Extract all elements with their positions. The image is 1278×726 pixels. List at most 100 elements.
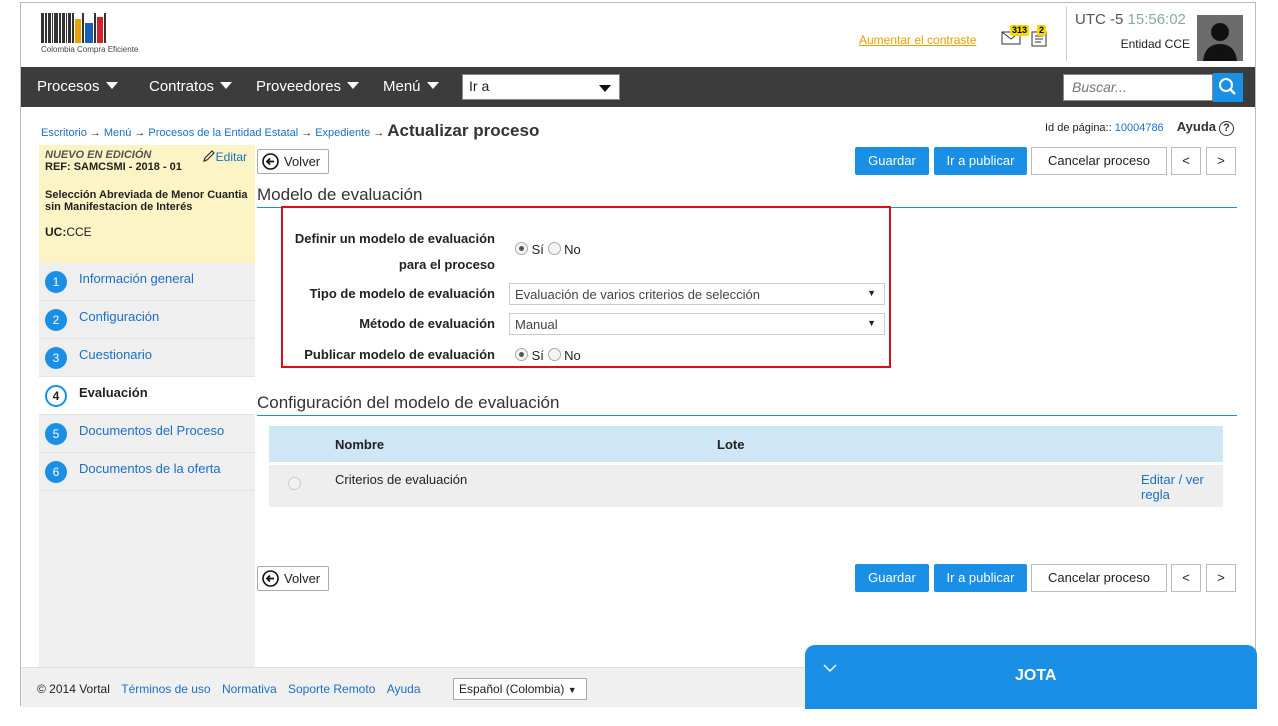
save-button[interactable]: Guardar [855,147,929,175]
row-select-radio[interactable] [288,477,301,490]
page-id-label: Id de página:: [1045,122,1112,134]
search-icon [1219,78,1236,95]
goto-value: Ir a [469,78,490,94]
top-header: Colombia Compra Eficiente Aumentar el co… [21,3,1255,67]
chat-title: JOTA [1015,667,1057,684]
contrast-link[interactable]: Aumentar el contraste [859,33,976,47]
mail-icon[interactable]: 313 [1001,25,1030,45]
help-icon: ? [1219,121,1234,136]
app-frame: Colombia Compra Eficiente Aumentar el co… [20,2,1257,709]
define-model-label-line1: Definir un modelo de evaluación [294,231,495,246]
step-cuestionario[interactable]: 3 Cuestionario [39,339,255,377]
step-evaluacion[interactable]: 4 Evaluación [39,377,255,415]
publish-button[interactable]: Ir a publicar [934,147,1027,175]
method-label: Método de evaluación [359,316,495,331]
breadcrumb-procesos[interactable]: Procesos de la Entidad Estatal [148,127,298,139]
nav-procesos[interactable]: Procesos [37,78,118,95]
page-title: Actualizar proceso [387,121,540,140]
step-informacion-general[interactable]: 1 Información general [39,263,255,301]
pencil-icon [202,150,215,162]
step-documentos-oferta[interactable]: 6 Documentos de la oferta [39,453,255,491]
publish-button-bottom[interactable]: Ir a publicar [934,564,1027,592]
step-label: Documentos de la oferta [79,461,221,476]
page-id-value: 10004786 [1114,122,1164,134]
chevron-down-icon[interactable] [823,661,837,675]
back-button-bottom[interactable]: Volver [257,566,329,591]
step-label: Cuestionario [79,347,152,362]
copyright: © 2014 Vortal [37,682,110,696]
publish-model-no-radio[interactable] [547,348,561,361]
edit-view-rule-link[interactable]: Editar / ver regla [1141,472,1221,502]
evaluation-form-highlight: Definir un modelo de evaluación para el … [281,206,891,368]
step-label: Evaluación [79,385,148,400]
no-label: No [564,348,581,363]
step-documentos-proceso[interactable]: 5 Documentos del Proceso [39,415,255,453]
search-input[interactable]: Buscar... [1063,74,1213,101]
language-select[interactable]: Español (Colombia) ▼ [453,678,587,700]
back-label: Volver [284,154,321,169]
prev-button[interactable]: < [1171,147,1201,175]
process-ref: REF: SAMCSMI - 2018 - 01 [45,161,182,173]
method-select[interactable]: Manual ▼ [509,313,885,335]
breadcrumb-escritorio[interactable]: Escritorio [41,127,87,139]
define-model-no-radio[interactable] [547,242,561,255]
edit-link[interactable]: Editar [202,149,247,164]
step-configuracion[interactable]: 2 Configuración [39,301,255,339]
model-type-value: Evaluación de varios criterios de selecc… [515,287,760,302]
footer-help-link[interactable]: Ayuda [387,682,421,696]
config-title: Configuración del modelo de evaluación [257,393,1237,416]
nav-contratos[interactable]: Contratos [149,78,233,95]
nav-procesos-label: Procesos [37,78,100,95]
help-link[interactable]: Ayuda? [1176,119,1234,136]
model-type-select[interactable]: Evaluación de varios criterios de selecc… [509,283,885,305]
nav-menu[interactable]: Menú [383,78,439,95]
arrow-left-circle-icon [262,570,279,587]
goto-select[interactable]: Ir a [462,74,620,100]
back-button[interactable]: Volver [257,149,329,174]
notifications-icon[interactable]: 2 [1031,25,1049,47]
nav-contratos-label: Contratos [149,78,215,95]
logo: Colombia Compra Eficiente [41,11,171,59]
process-modality: Selección Abreviada de Menor Cuantia sin… [45,189,248,213]
method-value: Manual [515,317,558,332]
caret-down-icon: ▼ [867,288,876,298]
breadcrumb-expediente[interactable]: Expediente [315,127,370,139]
chat-widget[interactable]: JOTA [805,645,1257,709]
step-number: 2 [45,309,67,331]
arrow-left-circle-icon [262,153,279,170]
save-button-bottom[interactable]: Guardar [855,564,929,592]
footer-normativa-link[interactable]: Normativa [222,682,277,696]
nav-proveedores[interactable]: Proveedores [256,78,360,95]
mail-count-badge: 313 [1010,25,1030,36]
help-label: Ayuda [1176,119,1216,134]
caret-down-icon: ▼ [867,318,876,328]
next-button-bottom[interactable]: > [1206,564,1236,592]
publish-model-yes-radio[interactable] [515,348,528,361]
table-row: Criterios de evaluación Editar / ver reg… [269,465,1223,507]
notif-count-badge: 2 [1037,25,1047,36]
cancel-process-button[interactable]: Cancelar proceso [1031,147,1167,175]
cancel-process-button-bottom[interactable]: Cancelar proceso [1031,564,1167,592]
define-model-radios: Sí No [515,242,581,257]
footer-terms-link[interactable]: Términos de uso [121,682,210,696]
define-model-yes-radio[interactable] [515,242,528,255]
caret-down-icon [105,82,118,89]
publish-model-label: Publicar modelo de evaluación [304,347,495,362]
table-header: Nombre Lote [269,426,1223,462]
footer-remote-support-link[interactable]: Soporte Remoto [288,682,375,696]
step-number: 5 [45,423,67,445]
back-label: Volver [284,571,321,586]
column-lot: Lote [717,437,745,452]
next-button[interactable]: > [1206,147,1236,175]
language-value: Español (Colombia) [459,682,565,696]
step-number: 6 [45,461,67,483]
caret-down-icon [347,82,360,89]
prev-button-bottom[interactable]: < [1171,564,1201,592]
breadcrumb-menu[interactable]: Menú [104,127,132,139]
edit-label: Editar [215,150,247,164]
caret-down-icon: ▼ [567,685,577,695]
main-nav: Procesos Contratos Proveedores Menú Ir a… [21,67,1255,107]
search-button[interactable] [1213,73,1243,102]
avatar[interactable] [1197,15,1243,61]
step-number: 3 [45,347,67,369]
